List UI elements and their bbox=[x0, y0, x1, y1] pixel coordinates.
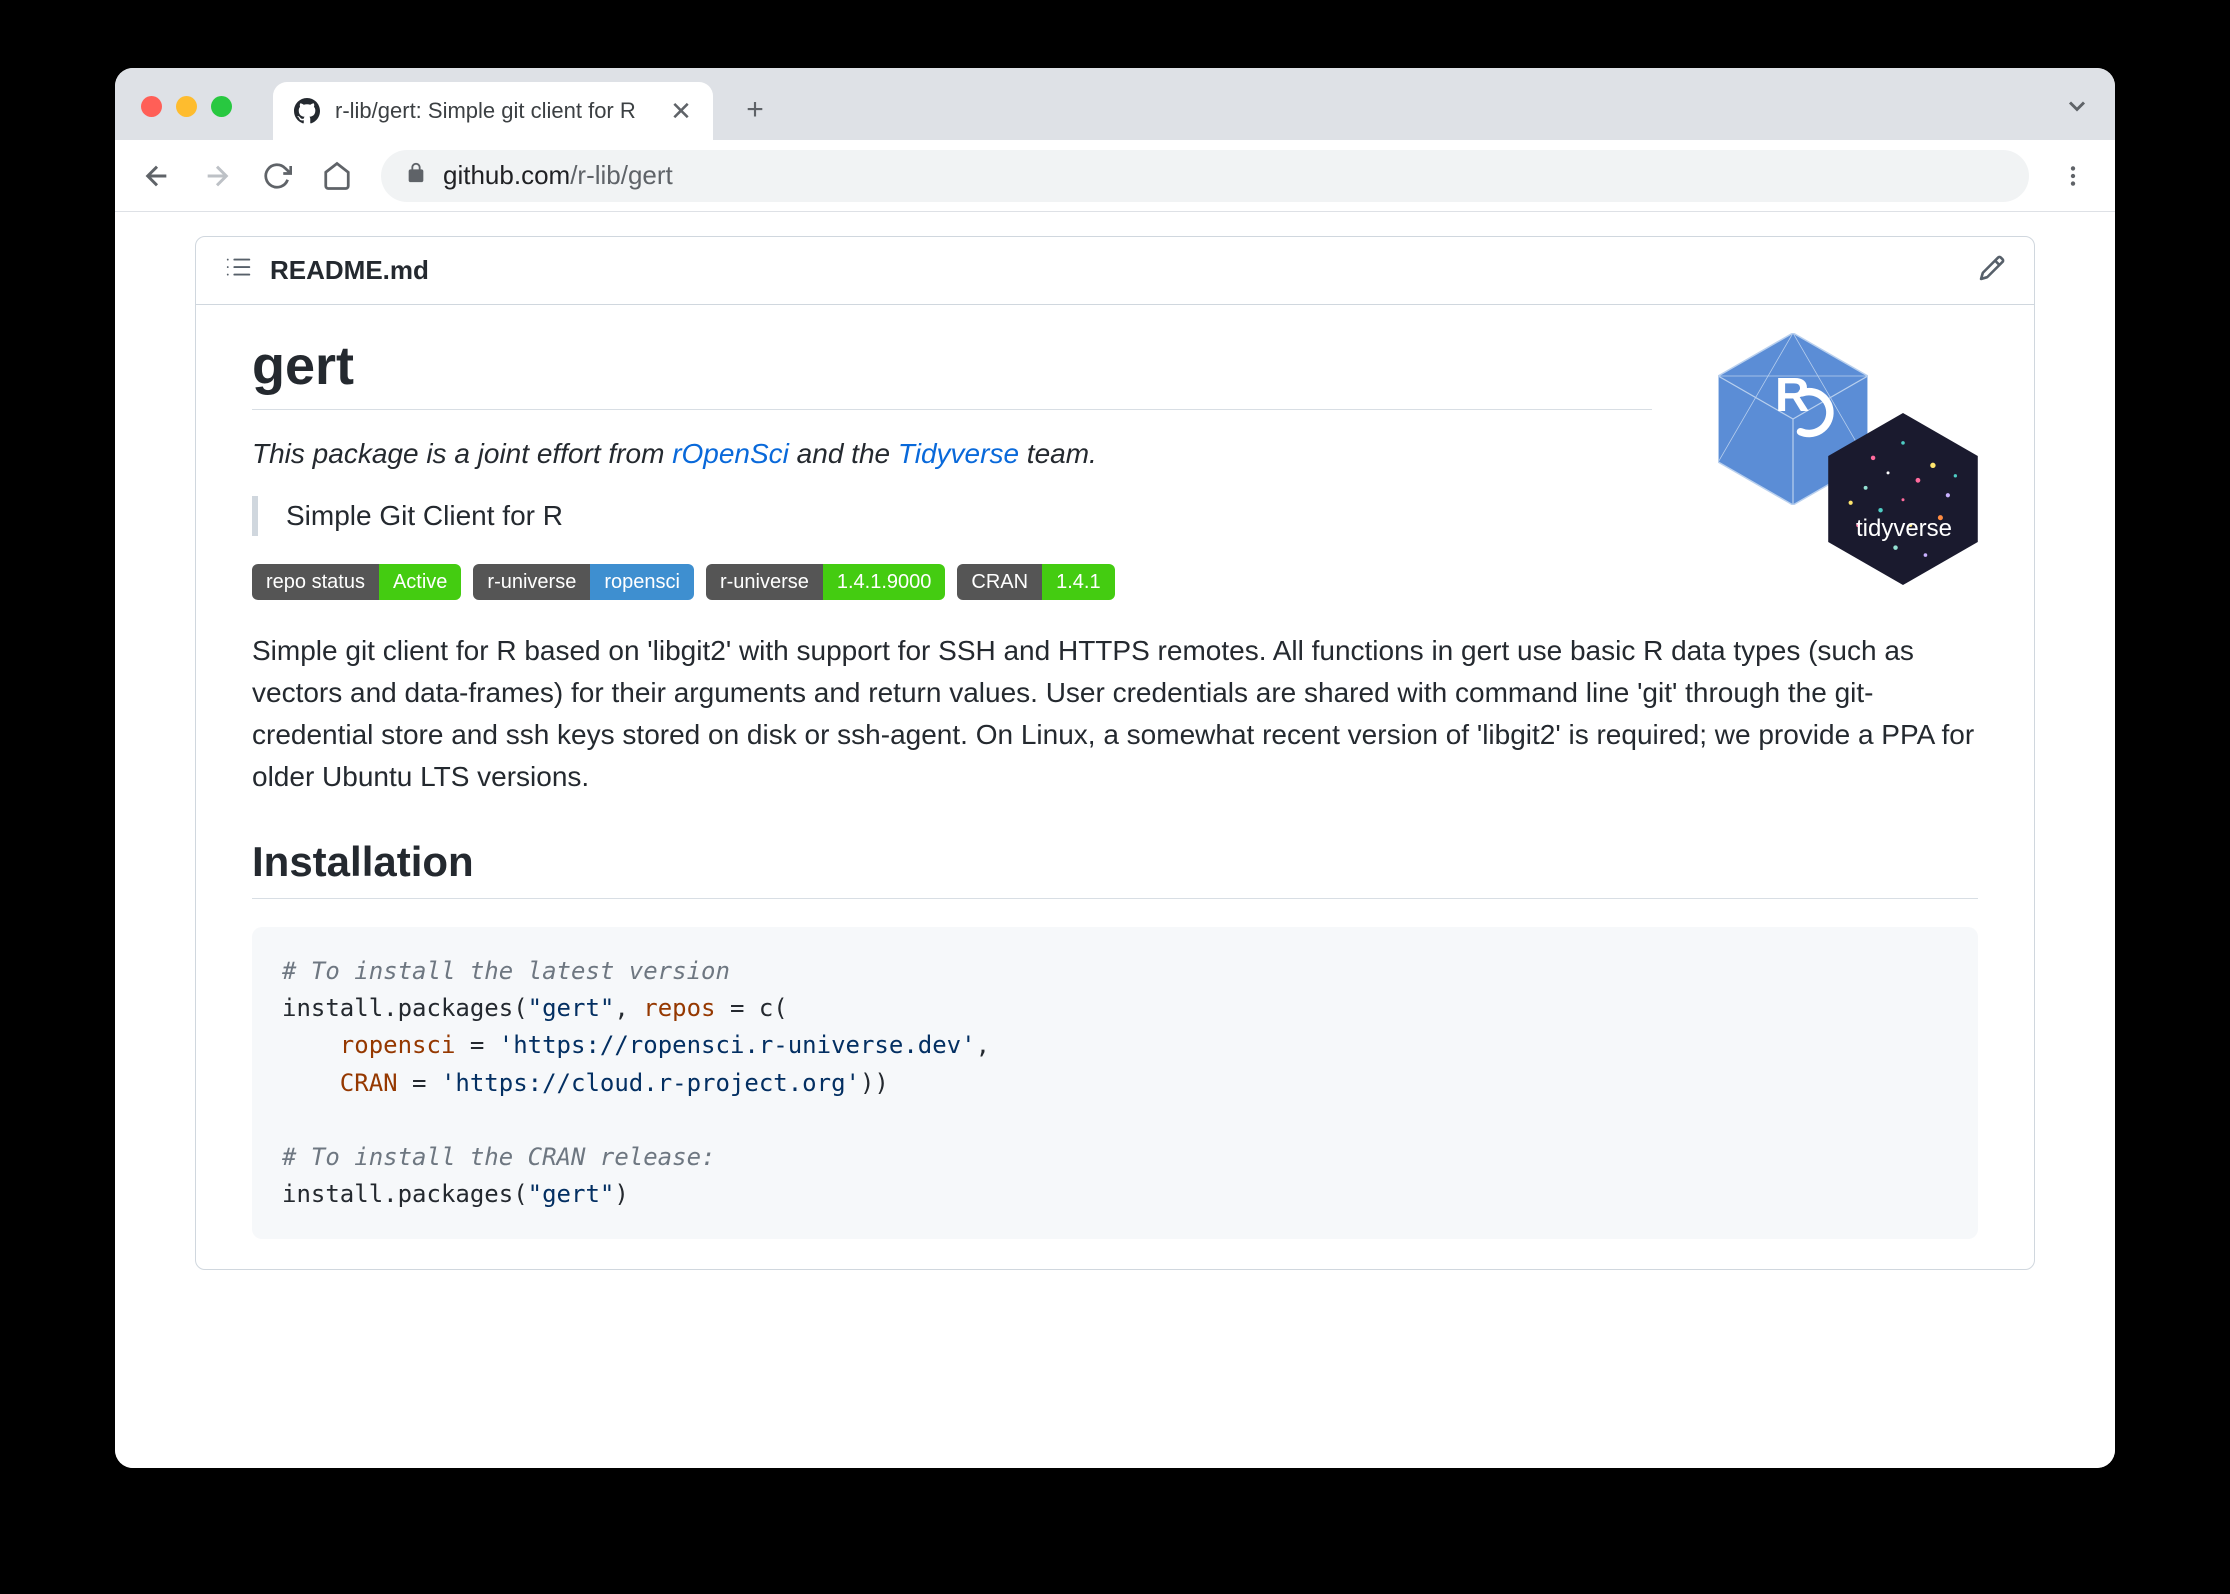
badge-label: CRAN bbox=[957, 564, 1042, 600]
tabs-dropdown-button[interactable] bbox=[2063, 92, 2091, 125]
badge-label: r-universe bbox=[473, 564, 590, 600]
readme-header: README.md bbox=[196, 237, 2034, 305]
maximize-window-button[interactable] bbox=[211, 96, 232, 117]
ropensci-link[interactable]: rOpenSci bbox=[672, 438, 789, 469]
page-content: README.md R bbox=[115, 212, 2115, 1468]
edit-button[interactable] bbox=[1978, 254, 2006, 287]
forward-button[interactable] bbox=[193, 152, 241, 200]
badge-value: 1.4.1.9000 bbox=[823, 564, 946, 600]
minimize-window-button[interactable] bbox=[176, 96, 197, 117]
project-logos: R tidyverse bbox=[1718, 333, 1978, 613]
toc-icon[interactable] bbox=[224, 253, 254, 288]
close-window-button[interactable] bbox=[141, 96, 162, 117]
lock-icon bbox=[405, 162, 427, 189]
badge-value: ropensci bbox=[590, 564, 694, 600]
browser-window: r-lib/gert: Simple git client for R ✕ + … bbox=[115, 68, 2115, 1468]
badge-label: repo status bbox=[252, 564, 379, 600]
badge-value: 1.4.1 bbox=[1042, 564, 1114, 600]
readme-filename[interactable]: README.md bbox=[270, 255, 429, 286]
badge[interactable]: CRAN1.4.1 bbox=[957, 564, 1114, 600]
readme-body: R tidyverse bbox=[196, 305, 2034, 1269]
reload-button[interactable] bbox=[253, 152, 301, 200]
address-bar: github.com/r-lib/gert bbox=[115, 140, 2115, 212]
window-controls bbox=[141, 96, 232, 117]
browser-menu-button[interactable] bbox=[2049, 152, 2097, 200]
install-code-block: # To install the latest version install.… bbox=[252, 927, 1978, 1239]
home-button[interactable] bbox=[313, 152, 361, 200]
github-favicon bbox=[293, 97, 321, 125]
installation-heading: Installation bbox=[252, 838, 1978, 899]
badge[interactable]: r-universe1.4.1.9000 bbox=[706, 564, 945, 600]
tidyverse-link[interactable]: Tidyverse bbox=[898, 438, 1019, 469]
tidyverse-hex-logo bbox=[1828, 413, 1978, 585]
readme-title: gert bbox=[252, 335, 1652, 410]
tab-bar: r-lib/gert: Simple git client for R ✕ + bbox=[115, 68, 2115, 140]
badge-value: Active bbox=[379, 564, 461, 600]
url-text: github.com/r-lib/gert bbox=[443, 160, 673, 191]
close-tab-button[interactable]: ✕ bbox=[669, 96, 693, 127]
tab-title: r-lib/gert: Simple git client for R bbox=[335, 98, 655, 124]
browser-tab[interactable]: r-lib/gert: Simple git client for R ✕ bbox=[273, 82, 713, 140]
back-button[interactable] bbox=[133, 152, 181, 200]
readme-card: README.md R bbox=[195, 236, 2035, 1270]
badge[interactable]: repo statusActive bbox=[252, 564, 461, 600]
tidyverse-logo-label: tidyverse bbox=[1834, 515, 1974, 543]
badge[interactable]: r-universeropensci bbox=[473, 564, 694, 600]
new-tab-button[interactable]: + bbox=[731, 86, 779, 134]
package-description: Simple git client for R based on 'libgit… bbox=[252, 630, 1978, 798]
url-field[interactable]: github.com/r-lib/gert bbox=[381, 150, 2029, 202]
badge-label: r-universe bbox=[706, 564, 823, 600]
